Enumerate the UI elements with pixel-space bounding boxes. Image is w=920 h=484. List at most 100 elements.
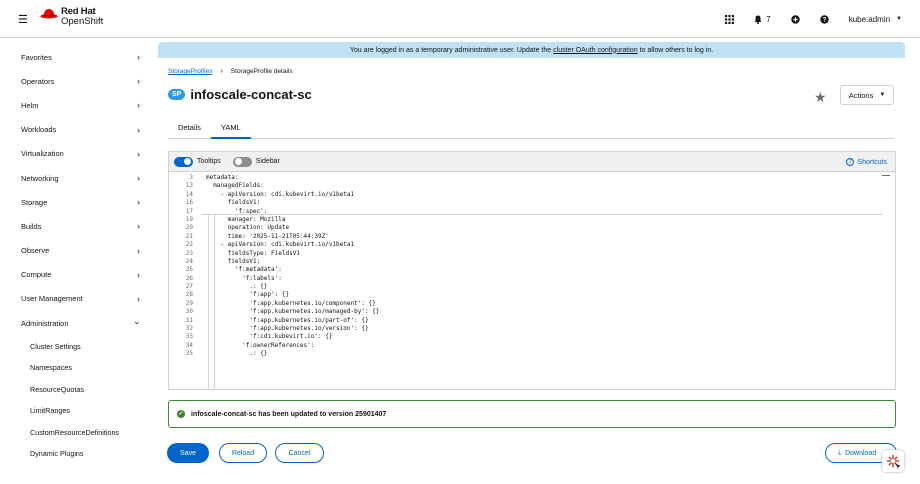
user-menu[interactable]: kube:admin ▼ xyxy=(849,15,902,24)
line-content: .: {} xyxy=(206,283,268,291)
breadcrumb-separator-icon: › xyxy=(220,68,223,75)
user-name: kube:admin xyxy=(848,14,891,24)
line-content: 'f:app': {} xyxy=(206,291,290,299)
line-number: 29 xyxy=(185,299,193,307)
line-content: fieldsV1: xyxy=(206,199,261,207)
sub-nav-label: Cluster Settings xyxy=(30,341,81,351)
brand-line2: OpenShift xyxy=(61,16,104,27)
sidebar-item-dynamic-plugins[interactable]: Dynamic Plugins xyxy=(0,443,157,465)
tab-details[interactable]: Details xyxy=(168,118,211,139)
page-heading: SP infoscale-concat-sc xyxy=(168,87,312,102)
code-line: 33 'f:cdi.kubevirt.io': {} xyxy=(169,333,895,341)
sidebar-item-cluster-settings[interactable]: Cluster Settings xyxy=(0,335,157,357)
hamburger-menu-icon[interactable]: ☰ xyxy=(18,13,28,26)
nav-builds[interactable]: Builds › xyxy=(0,214,157,238)
nav-favorites[interactable]: Favorites › xyxy=(0,45,157,69)
nav-label: Builds xyxy=(21,221,42,231)
code-line: 14 - apiVersion: cdi.kubevirt.io/v1beta1 xyxy=(169,191,895,199)
openshift-logo[interactable]: Red Hat OpenShift xyxy=(40,7,103,27)
nav-helm[interactable]: Helm › xyxy=(0,93,157,117)
code-area[interactable]: 3 metadata: 13 managedFields: 14 - apiVersi… xyxy=(169,172,895,390)
nav-label: Virtualization xyxy=(21,149,64,159)
code-line: 28 'f:app': {} xyxy=(169,291,895,299)
star-icon[interactable]: ★ xyxy=(814,89,827,106)
check-circle-icon: ✓ xyxy=(177,410,185,418)
help-icon[interactable]: ? xyxy=(819,14,829,24)
code-line: 27 .: {} xyxy=(169,283,895,291)
chevron-right-icon: › xyxy=(137,172,140,183)
line-number: 30 xyxy=(185,308,193,316)
code-line: 25 'f:metadata': xyxy=(169,266,895,274)
line-content: 'f:app.kubernetes.io/version': {} xyxy=(206,325,369,333)
save-button[interactable]: Save xyxy=(167,443,209,463)
nav-user-management[interactable]: User Management › xyxy=(0,287,157,311)
cancel-button[interactable]: Cancel xyxy=(275,443,324,463)
sidebar-item-resourcequotas[interactable]: ResourceQuotas xyxy=(0,378,157,400)
nav-operators[interactable]: Operators › xyxy=(0,69,157,93)
app-launcher-icon[interactable] xyxy=(725,14,735,24)
line-number: 32 xyxy=(185,325,193,333)
notifications-button[interactable]: 7 xyxy=(754,15,771,24)
sidebar-toggle[interactable] xyxy=(232,156,252,167)
chevron-right-icon: › xyxy=(137,245,140,256)
nav-label: Operators xyxy=(21,76,55,86)
shortcuts-button[interactable]: ? Shortcuts xyxy=(846,158,887,166)
nav-observe[interactable]: Observe › xyxy=(0,239,157,263)
line-number: 25 xyxy=(185,266,193,274)
line-number: 13 xyxy=(185,182,193,190)
tab-bar: Details YAML xyxy=(168,118,894,139)
code-line: 35 .: {} xyxy=(169,350,895,358)
help-circle-icon: ? xyxy=(846,158,855,166)
sub-nav-label: ResourceQuotas xyxy=(30,384,84,394)
line-content: metadata: xyxy=(206,174,239,181)
tooltips-label: Tooltips xyxy=(197,158,221,165)
nav-virtualization[interactable]: Virtualization › xyxy=(0,142,157,166)
code-line: 13 managedFields: xyxy=(169,182,895,190)
banner-text-after: to allow others to log in. xyxy=(639,46,714,54)
code-line: 23 fieldsType: FieldsV1 xyxy=(169,250,895,258)
actions-dropdown[interactable]: Actions ▼ xyxy=(840,85,894,105)
nav-label: Compute xyxy=(21,270,52,280)
tab-yaml[interactable]: YAML xyxy=(210,118,251,139)
actions-label: Actions xyxy=(848,90,874,100)
code-line: 31 'f:app.kubernetes.io/part-of': {} xyxy=(169,317,895,325)
code-line: 22 - apiVersion: cdi.kubevirt.io/v1beta1 xyxy=(169,241,895,249)
minimap-collapse-icon[interactable] xyxy=(882,175,890,176)
nav-storage[interactable]: Storage › xyxy=(0,190,157,214)
line-content: time: '2025-11-21T05:44:39Z' xyxy=(206,232,329,240)
line-number: 28 xyxy=(185,291,193,299)
banner-text-before: You are logged in as a temporary adminis… xyxy=(349,46,552,54)
line-content: 'f:cdi.kubevirt.io': {} xyxy=(206,333,333,341)
admin-banner: You are logged in as a temporary adminis… xyxy=(158,42,905,58)
oauth-config-link[interactable]: cluster OAuth configuration xyxy=(553,47,637,54)
nav-label: User Management xyxy=(21,294,83,304)
line-content: .: {} xyxy=(206,350,268,358)
nav-compute[interactable]: Compute › xyxy=(0,263,157,287)
tooltips-toggle[interactable] xyxy=(174,156,193,167)
sub-nav-label: LimitRanges xyxy=(30,406,70,415)
red-hat-icon xyxy=(40,9,58,19)
nav-administration[interactable]: Administration › xyxy=(0,311,157,335)
line-number: 24 xyxy=(185,257,193,265)
assistant-launcher-icon[interactable] xyxy=(882,450,904,472)
quick-create-icon[interactable] xyxy=(790,14,800,24)
page-title: infoscale-concat-sc xyxy=(190,87,312,102)
nav-workloads[interactable]: Workloads › xyxy=(0,118,157,142)
code-line: 24 fieldsV1: xyxy=(169,258,895,266)
editor-toolbar: Tooltips Sidebar ? Shortcuts xyxy=(169,152,895,172)
sidebar-item-namespaces[interactable]: Namespaces xyxy=(0,357,157,379)
reload-button[interactable]: Reload xyxy=(219,443,267,463)
line-number: 34 xyxy=(185,341,193,349)
nav-networking[interactable]: Networking › xyxy=(0,166,157,190)
breadcrumb-storageprofiles-link[interactable]: StorageProfiles xyxy=(168,68,212,75)
sidebar-item-limitranges[interactable]: LimitRanges xyxy=(0,400,157,422)
line-number: 31 xyxy=(185,316,193,324)
line-content: managedFields: xyxy=(206,182,264,190)
line-number: 35 xyxy=(185,350,193,358)
download-icon: ⤓ xyxy=(838,449,842,456)
nav-label: Networking xyxy=(21,173,59,183)
sidebar-item-crds[interactable]: CustomResourceDefinitions xyxy=(0,421,157,443)
line-number: 14 xyxy=(185,190,193,198)
chevron-right-icon: › xyxy=(137,293,140,304)
code-line: 26 'f:labels': xyxy=(169,275,895,283)
